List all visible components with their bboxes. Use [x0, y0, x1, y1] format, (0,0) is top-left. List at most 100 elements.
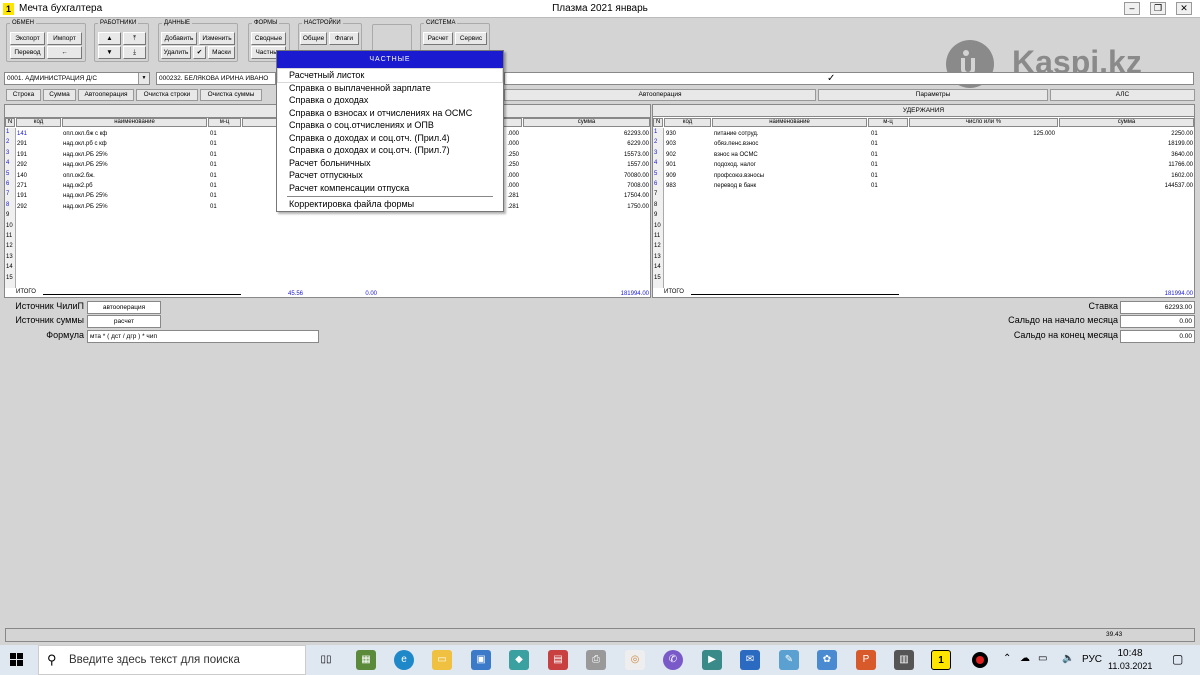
network-icon[interactable]: ☁ — [1020, 653, 1030, 664]
service-button[interactable]: Сервис — [455, 32, 487, 45]
menu-item[interactable]: Справка о соц.отчислениях и ОПВ — [278, 119, 502, 132]
menu-item[interactable]: Справка о взносах и отчислениях на ОСМС — [278, 107, 502, 120]
restore-icon[interactable]: ❐ — [1150, 2, 1166, 15]
row-number: 10 — [654, 222, 661, 229]
general-settings-button[interactable]: Общие — [300, 32, 327, 45]
arrow-first-icon[interactable]: ⤒ — [123, 32, 146, 45]
cell-sum: 62293.00 — [623, 131, 649, 137]
tab-als[interactable]: АЛС — [1050, 89, 1195, 101]
menu-item[interactable]: Справка о доходах и соц.отч. (Прил.7) — [278, 144, 502, 157]
table-row[interactable]: 4 901 подоход. налог 01 11766.00 — [653, 160, 1194, 170]
add-button[interactable]: Добавить — [161, 32, 197, 45]
table-row[interactable]: 6 983 перевод в банк 01 144537.00 — [653, 181, 1194, 191]
printer-icon[interactable]: ⎙ — [586, 650, 606, 670]
source-chip-field[interactable]: автооперация — [87, 301, 161, 314]
employee-select[interactable]: 000232. БЕЛЯКОВА ИРИНА ИВАНО — [156, 72, 276, 85]
row-number: 13 — [654, 253, 661, 260]
source-sum-field[interactable]: расчет — [87, 315, 161, 328]
row-number: 2 — [6, 139, 10, 146]
flags-button[interactable]: Флаги — [329, 32, 359, 45]
checkmark-icon[interactable]: ✔ — [193, 46, 206, 59]
table-row[interactable]: 5 909 профсоюз.взносы 01 1602.00 — [653, 171, 1194, 181]
task-view-icon[interactable]: ▯▯ — [316, 650, 336, 670]
table-row[interactable]: 3 902 взнос на ОСМС 01 3640.00 — [653, 150, 1194, 160]
tab-sum[interactable]: Сумма — [43, 89, 76, 101]
menu-item[interactable]: Расчетный листок — [277, 68, 503, 83]
arrow-down-icon[interactable]: ▼ — [98, 46, 121, 59]
menu-item[interactable]: Расчет отпускных — [278, 169, 502, 182]
row-number: 1 — [654, 129, 658, 135]
chevron-down-icon[interactable]: ▼ — [138, 73, 149, 84]
clock-time[interactable]: 10:48 — [1110, 648, 1150, 659]
employee-value: 000232. БЕЛЯКОВА ИРИНА ИВАНО — [159, 75, 269, 82]
app-3d-icon[interactable]: ◆ — [509, 650, 529, 670]
import-button[interactable]: Импорт — [47, 32, 82, 45]
cell-month: 01 — [871, 151, 878, 158]
menu-item[interactable]: Справка о доходах — [278, 94, 502, 107]
mail-icon[interactable]: ✉ — [740, 650, 760, 670]
photos-icon[interactable]: ✿ — [817, 650, 837, 670]
rate-field[interactable]: 62293.00 — [1120, 301, 1195, 314]
file-explorer-icon[interactable]: ▭ — [432, 650, 452, 670]
balance-end-field[interactable]: 0.00 — [1120, 330, 1195, 343]
transfer-button[interactable]: Перевод — [10, 46, 45, 59]
tab-row[interactable]: Строка — [6, 89, 41, 101]
summary-forms-button[interactable]: Сводные — [251, 32, 286, 45]
viber-icon[interactable]: ✆ — [663, 650, 683, 670]
close-icon[interactable]: ✕ — [1176, 2, 1192, 15]
edit-button[interactable]: Изменить — [199, 32, 235, 45]
minimize-icon[interactable]: – — [1124, 2, 1140, 15]
balance-start-field[interactable]: 0.00 — [1120, 315, 1195, 328]
cell-pct: 125.000 — [1033, 131, 1055, 137]
col-code: код — [16, 118, 61, 127]
media-player-icon[interactable]: ▶ — [702, 650, 722, 670]
arrow-last-icon[interactable]: ⤓ — [123, 46, 146, 59]
volume-icon[interactable]: 🔈 — [1062, 653, 1074, 664]
language-indicator[interactable]: РУС — [1082, 654, 1102, 665]
chrome-like-icon[interactable]: ◎ — [625, 650, 645, 670]
battery-icon[interactable]: ▭ — [1038, 653, 1047, 664]
back-arrow-button[interactable]: ← — [47, 46, 82, 59]
cell-name: питание сотруд. — [714, 131, 759, 137]
row-number: 14 — [654, 264, 661, 271]
delete-button[interactable]: Удалить — [161, 46, 191, 59]
windows-start-icon[interactable] — [10, 653, 24, 667]
record-icon[interactable] — [972, 652, 988, 668]
formula-field[interactable]: мта * ( дст / дгр ) * чип — [87, 330, 319, 343]
powerpoint-icon[interactable]: P — [856, 650, 876, 670]
calc-button[interactable]: Расчет — [423, 32, 453, 45]
tray-chevron-icon[interactable]: ⌃ — [1003, 653, 1011, 664]
tab-clear-sum[interactable]: Очистка суммы — [200, 89, 262, 101]
winrar-icon[interactable]: ▤ — [548, 650, 568, 670]
notifications-icon[interactable]: ▢ — [1172, 652, 1183, 666]
save-disk-icon[interactable]: ▥ — [894, 650, 914, 670]
tab-right-autooperation[interactable]: Автооперация — [504, 89, 816, 101]
total-sum: 181994.00 — [620, 291, 649, 297]
calculator-icon[interactable]: ▦ — [356, 650, 376, 670]
edge-icon[interactable]: e — [394, 650, 414, 670]
cell-month: 01 — [871, 172, 878, 179]
group-forms-label: ФОРМЫ — [254, 20, 278, 26]
store-icon[interactable]: ▣ — [471, 650, 491, 670]
paint-icon[interactable]: ✎ — [779, 650, 799, 670]
tab-autooperation[interactable]: Автооперация — [78, 89, 134, 101]
table-row[interactable]: 2 903 обяз.пенс.взнос 01 18199.00 — [653, 139, 1194, 149]
menu-item[interactable]: Расчет больничных — [278, 157, 502, 170]
tab-clear-row[interactable]: Очистка строки — [136, 89, 198, 101]
app-badge-icon[interactable]: 1 — [931, 650, 951, 670]
taskbar-search[interactable]: ⚲ Введите здесь текст для поиска — [38, 645, 306, 675]
masks-button[interactable]: Маски — [208, 46, 235, 59]
menu-item[interactable]: Расчет компенсации отпуска — [278, 182, 502, 195]
table-row[interactable]: 1 930 питание сотруд. 01 125.000 2250.00 — [653, 129, 1194, 139]
menu-item[interactable]: Справка о доходах и соц.отч. (Прил.4) — [278, 132, 502, 145]
row-number: 14 — [6, 264, 13, 271]
cell-code: 903 — [666, 141, 677, 148]
tab-parameters[interactable]: Параметры — [818, 89, 1048, 101]
arrow-up-icon[interactable]: ▲ — [98, 32, 121, 45]
menu-item[interactable]: Справка о выплаченной зарплате — [278, 82, 502, 95]
department-select[interactable]: 0001. АДМИНИСТРАЦИЯ Д/С ▼ — [4, 72, 150, 85]
clock-date[interactable]: 11.03.2021 — [1108, 661, 1152, 671]
menu-item-edit-form[interactable]: Корректировка файла формы — [278, 198, 502, 211]
export-button[interactable]: Экспорт — [10, 32, 45, 45]
row-number: 7 — [654, 191, 658, 198]
